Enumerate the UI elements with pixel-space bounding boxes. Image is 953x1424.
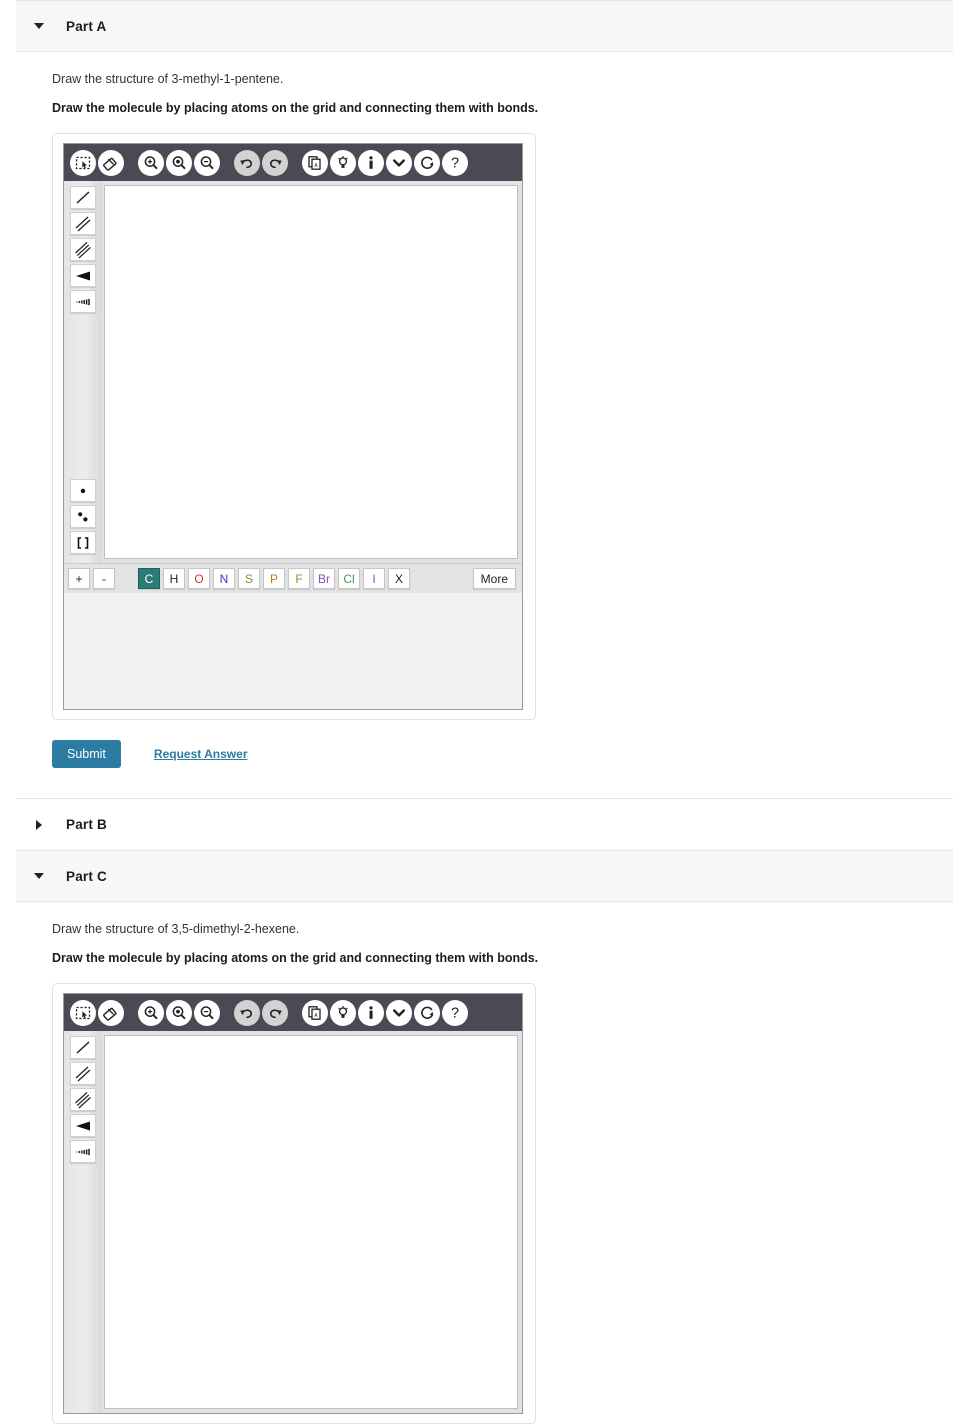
undo-icon[interactable]: [234, 149, 260, 176]
double-bond-tool[interactable]: [70, 212, 96, 235]
reset-icon[interactable]: [414, 999, 440, 1026]
undo-icon[interactable]: [234, 999, 260, 1026]
chevron-down-icon[interactable]: [386, 999, 412, 1026]
part-a-instruction: Draw the molecule by placing atoms on th…: [52, 100, 539, 115]
eraser-icon[interactable]: [98, 149, 124, 176]
single-bond-tool[interactable]: [70, 1036, 96, 1059]
molecule-editor-card-c: A ?: [52, 983, 536, 1424]
element-button-n[interactable]: N: [213, 568, 235, 589]
select-lasso-icon[interactable]: [70, 999, 96, 1026]
molecule-editor-card-a: A ? + - C H O N S P F Br Cl I X More: [52, 133, 536, 720]
chevron-down-icon: [34, 23, 44, 29]
zoom-in-icon[interactable]: [138, 999, 164, 1026]
element-button-s[interactable]: S: [238, 568, 260, 589]
editor-footer-a: [64, 593, 522, 709]
radical-tool[interactable]: [70, 479, 96, 502]
element-button-x[interactable]: X: [388, 568, 410, 589]
lightbulb-icon[interactable]: [330, 149, 356, 176]
part-header-a[interactable]: Part A: [16, 0, 953, 52]
bond-tool-rail-a: [64, 181, 102, 563]
molecule-editor-a: A ? + - C H O N S P F Br Cl I X More: [63, 143, 523, 710]
zoom-in-icon[interactable]: [138, 149, 164, 176]
disclosure-toggle-b[interactable]: [24, 819, 54, 830]
double-bond-tool[interactable]: [70, 1062, 96, 1085]
zoom-out-icon[interactable]: [194, 149, 220, 176]
disclosure-toggle-c[interactable]: [24, 873, 54, 879]
part-a-prompt: Draw the structure of 3-methyl-1-pentene…: [52, 72, 284, 86]
charge-tool-group-a: [70, 479, 96, 557]
redo-icon[interactable]: [262, 149, 288, 176]
disclosure-toggle-a[interactable]: [24, 23, 54, 29]
editor-main-c: [64, 1031, 522, 1413]
select-lasso-icon[interactable]: [70, 149, 96, 176]
part-body-c: Draw the structure of 3,5-dimethyl-2-hex…: [0, 921, 953, 1424]
decrease-charge-button[interactable]: -: [93, 568, 115, 589]
drawing-canvas-a[interactable]: [104, 185, 518, 559]
lone-pair-tool[interactable]: [70, 505, 96, 528]
single-bond-tool[interactable]: [70, 186, 96, 209]
molecule-editor-c: A ?: [63, 993, 523, 1414]
wedge-bond-tool[interactable]: [70, 264, 96, 287]
element-bar-a: + - C H O N S P F Br Cl I X More: [64, 563, 522, 593]
element-button-o[interactable]: O: [188, 568, 210, 589]
element-button-c[interactable]: C: [138, 568, 160, 589]
chevron-right-icon: [36, 819, 42, 830]
brackets-tool[interactable]: [70, 531, 96, 554]
chevron-down-icon: [34, 873, 44, 879]
redo-icon[interactable]: [262, 999, 288, 1026]
element-button-br[interactable]: Br: [313, 568, 335, 589]
editor-main-a: [64, 181, 522, 563]
hash-bond-tool[interactable]: [70, 290, 96, 313]
editor-toolbar-c: A ?: [64, 994, 522, 1031]
info-icon[interactable]: [358, 999, 384, 1026]
increase-charge-button[interactable]: +: [68, 568, 90, 589]
part-c-instruction: Draw the molecule by placing atoms on th…: [52, 950, 539, 965]
hash-bond-tool[interactable]: [70, 1140, 96, 1163]
reset-icon[interactable]: [414, 149, 440, 176]
triple-bond-tool[interactable]: [70, 238, 96, 261]
request-answer-link[interactable]: Request Answer: [154, 747, 248, 761]
element-button-cl[interactable]: Cl: [338, 568, 360, 589]
editor-toolbar-a: A ?: [64, 144, 522, 181]
bond-tool-rail-c: [64, 1031, 102, 1413]
zoom-fit-icon[interactable]: [166, 149, 192, 176]
info-icon[interactable]: [358, 149, 384, 176]
part-header-c[interactable]: Part C: [16, 850, 953, 902]
wedge-bond-tool[interactable]: [70, 1114, 96, 1137]
part-title-a: Part A: [66, 18, 107, 34]
canvas-wrap-a: [102, 181, 522, 563]
part-title-c: Part C: [66, 868, 107, 884]
element-button-h[interactable]: H: [163, 568, 185, 589]
part-a-actions: Submit Request Answer: [52, 740, 953, 768]
element-button-f[interactable]: F: [288, 568, 310, 589]
zoom-out-icon[interactable]: [194, 999, 220, 1026]
eraser-icon[interactable]: [98, 999, 124, 1026]
submit-button[interactable]: Submit: [52, 740, 121, 768]
drawing-canvas-c[interactable]: [104, 1035, 518, 1409]
zoom-fit-icon[interactable]: [166, 999, 192, 1026]
element-button-i[interactable]: I: [363, 568, 385, 589]
copy-paste-icon[interactable]: A: [302, 999, 328, 1026]
svg-text:?: ?: [451, 1005, 459, 1021]
chevron-down-icon[interactable]: [386, 149, 412, 176]
help-icon[interactable]: ?: [442, 149, 468, 176]
lightbulb-icon[interactable]: [330, 999, 356, 1026]
more-elements-button[interactable]: More: [472, 568, 516, 589]
element-button-p[interactable]: P: [263, 568, 285, 589]
copy-paste-icon[interactable]: A: [302, 149, 328, 176]
part-c-prompt: Draw the structure of 3,5-dimethyl-2-hex…: [52, 922, 300, 936]
canvas-wrap-c: [102, 1031, 522, 1413]
triple-bond-tool[interactable]: [70, 1088, 96, 1111]
part-body-a: Draw the structure of 3-methyl-1-pentene…: [0, 71, 953, 798]
help-icon[interactable]: ?: [442, 999, 468, 1026]
svg-text:?: ?: [451, 155, 459, 171]
part-title-b: Part B: [66, 817, 107, 832]
part-header-b[interactable]: Part B: [16, 798, 953, 850]
